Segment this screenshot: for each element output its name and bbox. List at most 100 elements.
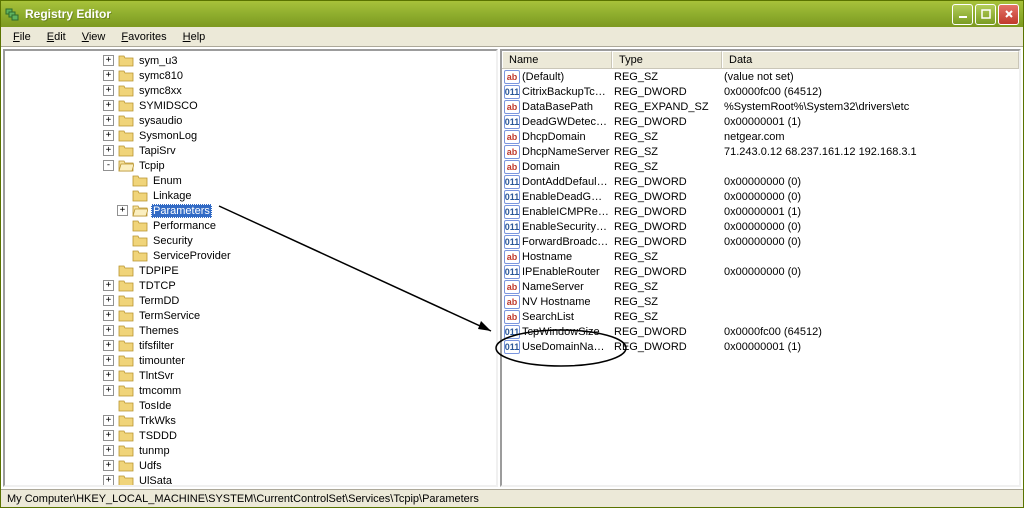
expand-icon[interactable]: +: [103, 355, 114, 366]
tree-node[interactable]: + TlntSvr: [5, 368, 496, 383]
expand-icon[interactable]: +: [103, 115, 114, 126]
tree-node[interactable]: +ServiceProvider: [5, 248, 496, 263]
tree-node[interactable]: + TrkWks: [5, 413, 496, 428]
registry-value-row[interactable]: abNV HostnameREG_SZ: [502, 294, 1019, 309]
tree-node[interactable]: +TapiSrv: [5, 143, 496, 158]
expand-icon[interactable]: +: [103, 100, 114, 111]
menu-edit[interactable]: Edit: [39, 29, 74, 45]
menu-favorites[interactable]: Favorites: [113, 29, 174, 45]
expand-icon[interactable]: +: [103, 295, 114, 306]
registry-value-row[interactable]: 011DeadGWDetectD...REG_DWORD0x00000001 (…: [502, 114, 1019, 129]
expand-icon[interactable]: +: [103, 280, 114, 291]
tree-node[interactable]: + SysmonLog: [5, 128, 496, 143]
tree-node[interactable]: +Udfs: [5, 458, 496, 473]
tree-node-label[interactable]: sysaudio: [137, 115, 184, 127]
tree-node-label[interactable]: TlntSvr: [137, 370, 176, 382]
tree-node[interactable]: + tmcomm: [5, 383, 496, 398]
registry-value-row[interactable]: abSearchListREG_SZ: [502, 309, 1019, 324]
registry-value-row[interactable]: abHostnameREG_SZ: [502, 249, 1019, 264]
registry-value-row[interactable]: 011ForwardBroadcastsREG_DWORD0x00000000 …: [502, 234, 1019, 249]
registry-value-row[interactable]: 011UseDomainNam...REG_DWORD0x00000001 (1…: [502, 339, 1019, 354]
tree-node-label[interactable]: sym_u3: [137, 55, 180, 67]
tree-node[interactable]: + Parameters: [5, 203, 496, 218]
registry-value-row[interactable]: 011EnableSecurityFil...REG_DWORD0x000000…: [502, 219, 1019, 234]
column-header-data[interactable]: Data: [722, 51, 1019, 68]
tree-node-label[interactable]: TermDD: [137, 295, 181, 307]
expand-icon[interactable]: +: [103, 70, 114, 81]
expand-icon[interactable]: +: [117, 205, 128, 216]
tree-node-label[interactable]: Linkage: [151, 190, 194, 202]
expand-icon[interactable]: +: [103, 415, 114, 426]
expand-icon[interactable]: +: [103, 340, 114, 351]
tree-node[interactable]: + TermDD: [5, 293, 496, 308]
tree-node-label[interactable]: tifsfilter: [137, 340, 176, 352]
tree-node[interactable]: +TSDDD: [5, 428, 496, 443]
column-header-type[interactable]: Type: [612, 51, 722, 68]
tree-node[interactable]: +TDPIPE: [5, 263, 496, 278]
tree-node[interactable]: + UlSata: [5, 473, 496, 487]
tree-node-label[interactable]: timounter: [137, 355, 187, 367]
collapse-icon[interactable]: -: [103, 160, 114, 171]
tree-node-label[interactable]: TrkWks: [137, 415, 178, 427]
registry-value-row[interactable]: abDhcpNameServerREG_SZ71.243.0.12 68.237…: [502, 144, 1019, 159]
tree-node[interactable]: + Themes: [5, 323, 496, 338]
tree-node[interactable]: + timounter: [5, 353, 496, 368]
maximize-button[interactable]: [975, 4, 996, 25]
tree-node-label[interactable]: SysmonLog: [137, 130, 199, 142]
tree-node[interactable]: + sysaudio: [5, 113, 496, 128]
tree-node[interactable]: + symc810: [5, 68, 496, 83]
tree-node[interactable]: +TosIde: [5, 398, 496, 413]
tree-node-label[interactable]: Themes: [137, 325, 181, 337]
expand-icon[interactable]: +: [103, 370, 114, 381]
tree-node-label[interactable]: Security: [151, 235, 195, 247]
tree-node-label[interactable]: TermService: [137, 310, 202, 322]
registry-value-row[interactable]: abDomainREG_SZ: [502, 159, 1019, 174]
tree-node-label[interactable]: UlSata: [137, 475, 174, 487]
tree-node-label[interactable]: ServiceProvider: [151, 250, 233, 262]
registry-value-row[interactable]: ab(Default)REG_SZ(value not set): [502, 69, 1019, 84]
registry-value-row[interactable]: 011IPEnableRouterREG_DWORD0x00000000 (0): [502, 264, 1019, 279]
expand-icon[interactable]: +: [103, 325, 114, 336]
tree-node[interactable]: +Performance: [5, 218, 496, 233]
registry-value-row[interactable]: abDataBasePathREG_EXPAND_SZ%SystemRoot%\…: [502, 99, 1019, 114]
expand-icon[interactable]: +: [103, 385, 114, 396]
registry-value-row[interactable]: abDhcpDomainREG_SZnetgear.com: [502, 129, 1019, 144]
tree-node-label[interactable]: symc810: [137, 70, 185, 82]
tree-node-label[interactable]: TSDDD: [137, 430, 179, 442]
list-pane[interactable]: Name Type Data ab(Default)REG_SZ(value n…: [500, 49, 1021, 487]
tree-node[interactable]: +Linkage: [5, 188, 496, 203]
registry-value-row[interactable]: 011EnableICMPRedir...REG_DWORD0x00000001…: [502, 204, 1019, 219]
tree-node-label[interactable]: TosIde: [137, 400, 173, 412]
tree-node-label[interactable]: Tcpip: [137, 160, 167, 172]
tree-node-label[interactable]: TDTCP: [137, 280, 178, 292]
tree-node[interactable]: +Enum: [5, 173, 496, 188]
tree-node[interactable]: +SYMIDSCO: [5, 98, 496, 113]
tree-node[interactable]: + TermService: [5, 308, 496, 323]
tree-node[interactable]: +symc8xx: [5, 83, 496, 98]
expand-icon[interactable]: +: [103, 55, 114, 66]
expand-icon[interactable]: +: [103, 145, 114, 156]
tree-node-label[interactable]: TDPIPE: [137, 265, 181, 277]
tree-node[interactable]: + tifsfilter: [5, 338, 496, 353]
expand-icon[interactable]: +: [103, 460, 114, 471]
expand-icon[interactable]: +: [103, 475, 114, 486]
registry-value-row[interactable]: 011DontAddDefaultG...REG_DWORD0x00000000…: [502, 174, 1019, 189]
expand-icon[interactable]: +: [103, 310, 114, 321]
tree-node-label[interactable]: symc8xx: [137, 85, 184, 97]
tree-node[interactable]: +Security: [5, 233, 496, 248]
menu-file[interactable]: File: [5, 29, 39, 45]
registry-value-row[interactable]: abNameServerREG_SZ: [502, 279, 1019, 294]
tree-node[interactable]: + sym_u3: [5, 53, 496, 68]
expand-icon[interactable]: +: [103, 130, 114, 141]
minimize-button[interactable]: [952, 4, 973, 25]
tree-node-label[interactable]: Enum: [151, 175, 184, 187]
registry-value-row[interactable]: 011TcpWindowSizeREG_DWORD0x0000fc00 (645…: [502, 324, 1019, 339]
registry-value-row[interactable]: 011EnableDeadGWD...REG_DWORD0x00000000 (…: [502, 189, 1019, 204]
tree-node-label[interactable]: tmcomm: [137, 385, 183, 397]
tree-node-label[interactable]: Parameters: [151, 204, 212, 218]
tree-node[interactable]: + TDTCP: [5, 278, 496, 293]
tree-node[interactable]: +tunmp: [5, 443, 496, 458]
close-button[interactable]: [998, 4, 1019, 25]
menu-help[interactable]: Help: [175, 29, 214, 45]
registry-value-row[interactable]: 011CitrixBackupTcp...REG_DWORD0x0000fc00…: [502, 84, 1019, 99]
